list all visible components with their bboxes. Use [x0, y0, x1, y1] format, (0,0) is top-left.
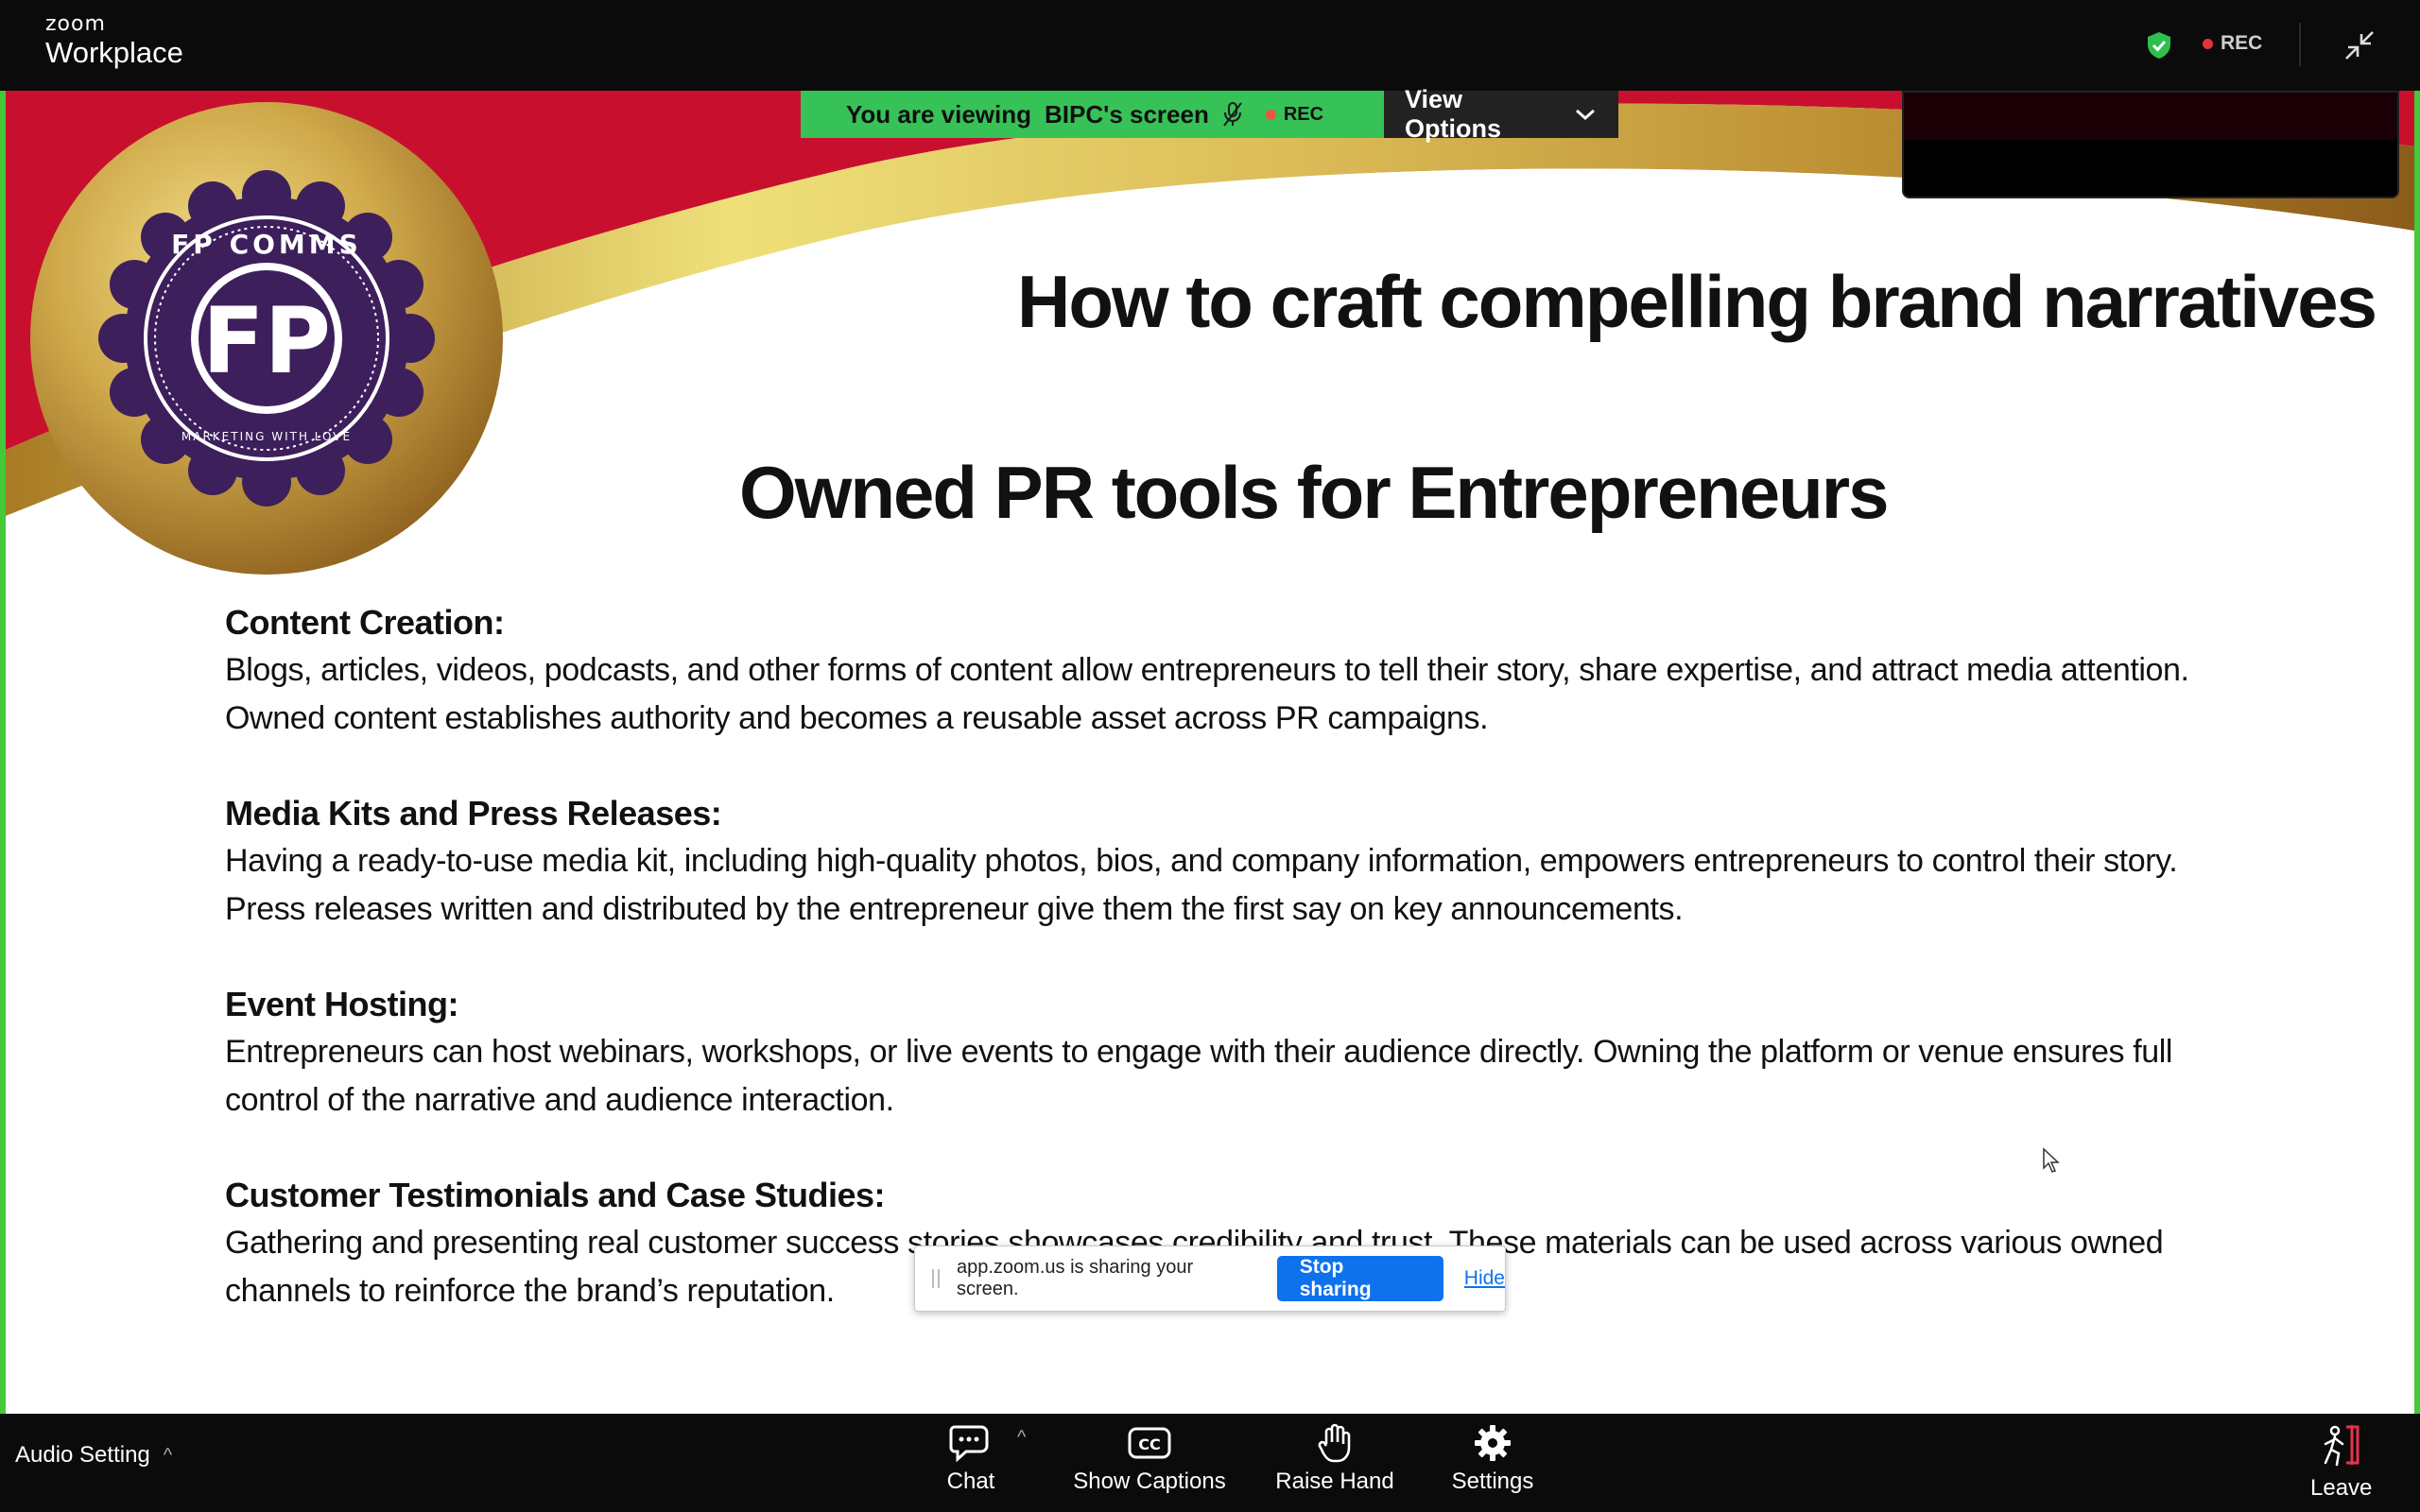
section-heading: Content Creation:: [225, 603, 505, 642]
settings-button[interactable]: Settings: [1444, 1423, 1541, 1495]
show-captions-label: Show Captions: [1073, 1469, 1226, 1494]
chat-label: Chat: [946, 1469, 995, 1494]
show-captions-button[interactable]: CC Show Captions: [1066, 1423, 1233, 1495]
chat-options-icon[interactable]: ^: [1017, 1427, 1026, 1449]
leave-label: Leave: [2310, 1475, 2373, 1501]
viewing-name: BIPC's screen: [1045, 99, 1209, 129]
svg-text:CC: CC: [1138, 1435, 1160, 1453]
chevron-down-icon: [1576, 109, 1595, 120]
hand-icon: [1318, 1423, 1351, 1463]
rec-dot: [2203, 38, 2213, 49]
divider: [2299, 23, 2301, 66]
drag-handle[interactable]: [932, 1269, 940, 1288]
section-line: Having a ready-to-use media kit, includi…: [225, 843, 2178, 879]
mic-off-icon: [1223, 102, 1242, 127]
section-media-kits: Media Kits and Press Releases: Having a …: [225, 790, 2286, 934]
fp-comms-logo: FP FP COMMS MARKETING WITH LOVE: [30, 102, 503, 575]
logo-bottom-text: MARKETING WITH LOVE: [182, 430, 352, 443]
logo-top-text: FP COMMS: [171, 229, 362, 260]
section-line: Owned content establishes authority and …: [225, 700, 1489, 736]
raise-hand-button[interactable]: Raise Hand: [1270, 1423, 1399, 1495]
leave-button[interactable]: Leave: [2310, 1421, 2372, 1502]
section-line: Entrepreneurs can host webinars, worksho…: [225, 1034, 2173, 1070]
shared-screen: FP FP COMMS MARKETING WITH LOVE How to c…: [0, 91, 2420, 1414]
settings-label: Settings: [1451, 1469, 1534, 1494]
thumbnail-strip: [1904, 93, 2397, 140]
rec-label: REC: [2221, 32, 2263, 54]
viewing-prefix: You are viewing: [846, 99, 1032, 129]
app-brand: zoom Workplace: [45, 13, 183, 70]
section-heading: Event Hosting:: [225, 985, 459, 1023]
svg-text:FP: FP: [202, 288, 331, 394]
banner-rec-label: REC: [1283, 103, 1324, 125]
video-thumbnail[interactable]: [1902, 91, 2399, 198]
cc-icon: CC: [1128, 1427, 1171, 1459]
section-line: control of the narrative and audience in…: [225, 1082, 894, 1118]
viewing-status: You are viewing BIPC's screen REC: [801, 91, 1384, 138]
collapse-icon[interactable]: [2341, 26, 2378, 64]
slide-subtitle: Owned PR tools for Entrepreneurs: [739, 451, 1890, 534]
section-line: Press releases written and distributed b…: [225, 891, 1684, 927]
chevron-up-icon[interactable]: ^: [164, 1445, 172, 1467]
section-heading: Customer Testimonials and Case Studies:: [225, 1176, 886, 1214]
banner-rec: REC: [1265, 103, 1324, 126]
shield-check-icon[interactable]: [2144, 30, 2174, 60]
section-event-hosting: Event Hosting: Entrepreneurs can host we…: [225, 981, 2286, 1125]
section-heading: Media Kits and Press Releases:: [225, 794, 722, 833]
view-options-button[interactable]: View Options: [1384, 85, 1618, 143]
chat-icon: [949, 1425, 989, 1463]
brand-name: Workplace: [45, 36, 183, 69]
audio-setting-label: Audio Setting: [15, 1442, 150, 1468]
recording-indicator[interactable]: REC: [2203, 32, 2262, 55]
cursor-icon: [2043, 1147, 2060, 1173]
gear-icon: [1475, 1425, 1511, 1461]
slide-title: How to craft compelling brand narratives: [1017, 260, 2377, 343]
leave-icon: [2324, 1425, 2360, 1467]
stop-sharing-button[interactable]: Stop sharing: [1276, 1256, 1443, 1301]
hide-link[interactable]: Hide: [1464, 1267, 1505, 1290]
audio-setting-button[interactable]: Audio Setting ^: [15, 1442, 172, 1469]
sharing-notice: app.zoom.us is sharing your screen. Stop…: [914, 1246, 1506, 1312]
bottom-toolbar: Audio Setting ^ Chat ^ CC Show Captions …: [0, 1414, 2420, 1512]
brand-small: zoom: [45, 12, 106, 36]
raise-hand-label: Raise Hand: [1275, 1469, 1394, 1494]
chat-button[interactable]: Chat: [942, 1423, 1000, 1495]
rec-dot: [1265, 109, 1276, 120]
sharing-text: app.zoom.us is sharing your screen.: [957, 1257, 1194, 1299]
section-content-creation: Content Creation: Blogs, articles, video…: [225, 599, 2286, 743]
viewing-banner: You are viewing BIPC's screen REC View O…: [801, 85, 1618, 143]
section-line: Blogs, articles, videos, podcasts, and o…: [225, 652, 2189, 688]
top-bar: zoom Workplace REC: [0, 0, 2420, 91]
view-options-label: View Options: [1405, 85, 1501, 143]
